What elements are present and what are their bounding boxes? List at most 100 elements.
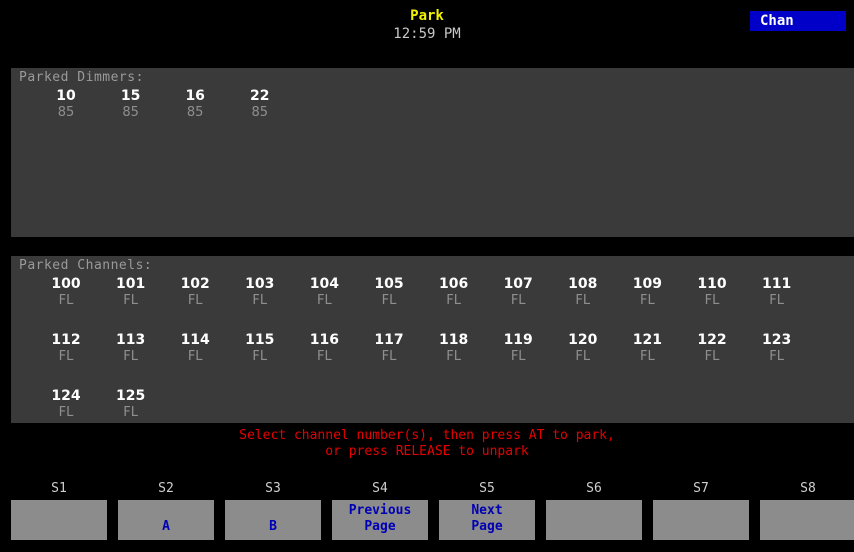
softkey-s8[interactable] (760, 500, 854, 540)
channel-level: FL (769, 293, 784, 308)
channel-cell-123: 123 FL (747, 332, 807, 365)
channel-level: FL (187, 349, 203, 364)
softkey-s7[interactable] (653, 500, 749, 540)
channel-level: FL (640, 349, 655, 364)
channel-level: FL (58, 293, 74, 308)
softkey-s6[interactable] (546, 500, 642, 540)
channel-cell-105: 105 FL (359, 276, 419, 309)
channel-number: 121 (632, 332, 662, 348)
mode-indicator: Chan (750, 11, 846, 31)
softkey-label-s6: S6 (586, 481, 602, 496)
dimmer-number: 10 (56, 88, 76, 104)
softkey-label-s3: S3 (265, 481, 281, 496)
channel-level: FL (123, 349, 138, 364)
channel-cell-109: 109 FL (617, 276, 677, 309)
channel-cell-111: 111 FL (747, 276, 807, 309)
channel-level: FL (575, 349, 591, 364)
channel-cell-122: 122 FL (682, 332, 742, 365)
dimmer-cell-16: 16 85 (165, 88, 225, 121)
channel-number: 102 (180, 276, 210, 292)
softkey-text-line1 (11, 503, 107, 519)
softkey-text-line2 (760, 519, 854, 535)
channel-level: FL (317, 349, 332, 364)
softkey-label-s8: S8 (800, 481, 816, 496)
channel-level: FL (317, 293, 332, 308)
dimmer-cell-10: 10 85 (36, 88, 96, 121)
channel-level: FL (510, 349, 526, 364)
command-prompt: Select channel number(s), then press AT … (0, 428, 854, 460)
clock-display: 12:59 PM (393, 26, 461, 42)
channel-level: FL (381, 293, 397, 308)
channel-level: FL (252, 349, 268, 364)
dimmer-level: 85 (251, 105, 269, 120)
channel-level: FL (510, 293, 526, 308)
channel-level: FL (704, 293, 720, 308)
parked-channels-label: Parked Channels: (19, 258, 153, 273)
channel-number: 110 (697, 276, 727, 292)
channel-cell-102: 102 FL (165, 276, 225, 309)
softkey-s5[interactable]: Next Page (439, 500, 535, 540)
channel-level: FL (123, 405, 138, 420)
channel-cell-119: 119 FL (488, 332, 548, 365)
softkey-text-line1 (760, 503, 854, 519)
channel-cell-115: 115 FL (230, 332, 290, 365)
parked-dimmers-label: Parked Dimmers: (19, 70, 144, 85)
softkey-text-line2: B (269, 519, 277, 534)
softkey-text-line1: Next (471, 503, 503, 518)
softkey-s1[interactable] (11, 500, 107, 540)
channel-level: FL (123, 293, 138, 308)
channel-cell-106: 106 FL (424, 276, 484, 309)
channel-level: FL (187, 293, 203, 308)
channel-number: 117 (374, 332, 404, 348)
channel-level: FL (58, 349, 74, 364)
dimmer-number: 22 (250, 88, 270, 104)
channel-number: 122 (697, 332, 727, 348)
channel-cell-110: 110 FL (682, 276, 742, 309)
channel-level: FL (446, 293, 461, 308)
softkey-label-s4: S4 (372, 481, 388, 496)
channel-cell-108: 108 FL (553, 276, 613, 309)
softkey-text-line2: Page (471, 519, 503, 534)
softkey-text-line1 (118, 503, 214, 519)
channel-number: 112 (51, 332, 81, 348)
channel-level: FL (58, 405, 74, 420)
header-bar: Park 12:59 PM Chan (0, 0, 854, 68)
dimmer-cell-15: 15 85 (101, 88, 161, 121)
dimmer-level: 85 (186, 105, 204, 120)
channel-number: 115 (245, 332, 275, 348)
channel-number: 108 (568, 276, 598, 292)
channel-cell-104: 104 FL (294, 276, 354, 309)
channel-number: 120 (568, 332, 598, 348)
softkey-text-line2 (546, 519, 642, 535)
channel-number: 123 (761, 332, 792, 348)
channel-cell-117: 117 FL (359, 332, 419, 365)
channel-number: 113 (115, 332, 146, 348)
softkey-text-line1: Previous (348, 503, 412, 518)
channel-level: FL (252, 293, 268, 308)
channel-cell-107: 107 FL (488, 276, 548, 309)
prompt-line-2: or press RELEASE to unpark (325, 444, 529, 459)
channel-number: 100 (51, 276, 81, 292)
softkey-s4[interactable]: Previous Page (332, 500, 428, 540)
softkey-s2[interactable]: A (118, 500, 214, 540)
softkey-s3[interactable]: B (225, 500, 321, 540)
channel-number: 105 (374, 276, 404, 292)
channel-cell-118: 118 FL (424, 332, 484, 365)
channel-number: 107 (503, 276, 533, 292)
channel-cell-100: 100 FL (36, 276, 96, 309)
channel-number: 114 (180, 332, 210, 348)
channel-level: FL (575, 293, 591, 308)
channel-number: 116 (309, 332, 339, 348)
channel-cell-124: 124 FL (36, 388, 96, 421)
softkey-text-line1 (225, 503, 321, 519)
dimmer-number: 15 (120, 88, 141, 104)
channel-number: 111 (761, 276, 792, 292)
channel-level: FL (640, 293, 655, 308)
channel-number: 101 (115, 276, 146, 292)
channel-number: 106 (438, 276, 469, 292)
channel-cell-103: 103 FL (230, 276, 290, 309)
dimmer-cell-22: 22 85 (230, 88, 290, 121)
channel-cell-125: 125 FL (101, 388, 161, 421)
channel-cell-114: 114 FL (165, 332, 225, 365)
channel-number: 125 (115, 388, 146, 404)
